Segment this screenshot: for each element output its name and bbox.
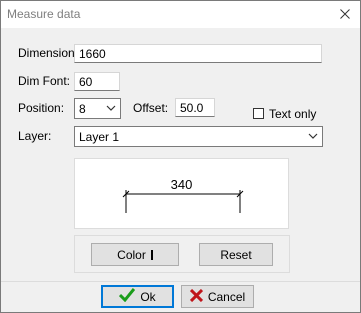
button-panel: Color Reset	[74, 235, 290, 273]
ok-button[interactable]: Ok	[101, 285, 174, 308]
title-bar: Measure data	[1, 1, 360, 28]
dimension-line	[122, 190, 244, 213]
text-only-label[interactable]: Text only	[269, 107, 316, 121]
dim-font-field[interactable]: 60	[74, 72, 120, 91]
layer-label: Layer:	[18, 129, 52, 143]
color-button[interactable]: Color	[91, 243, 179, 266]
dimension-field[interactable]: 1660	[74, 44, 322, 63]
dimension-preview: 340	[74, 158, 289, 229]
red-x-icon	[189, 288, 203, 305]
chevron-down-icon	[307, 130, 319, 142]
chevron-down-icon	[105, 102, 117, 114]
cancel-label: Cancel	[207, 289, 246, 304]
reset-button[interactable]: Reset	[199, 243, 273, 266]
preview-text: 340	[170, 177, 193, 192]
color-button-label: Color	[117, 247, 146, 262]
measure-data-dialog: Measure data Dimension: 1660 Dim Font: 6…	[0, 0, 361, 313]
dimension-label: Dimension:	[18, 46, 79, 60]
checkmark-icon	[119, 288, 136, 305]
close-icon[interactable]	[336, 5, 354, 23]
layer-value: Layer 1	[79, 130, 120, 144]
dim-font-label: Dim Font:	[18, 74, 71, 88]
text-only-checkbox[interactable]	[253, 108, 264, 119]
position-label: Position:	[18, 101, 65, 115]
position-select[interactable]: 8	[74, 98, 121, 119]
ok-label: Ok	[140, 289, 156, 304]
layer-select[interactable]: Layer 1	[74, 126, 323, 147]
color-swatch	[150, 249, 153, 260]
position-value: 8	[79, 102, 86, 116]
offset-field[interactable]: 50.0	[175, 98, 215, 117]
footer-separator	[1, 281, 360, 282]
offset-label: Offset:	[133, 101, 169, 115]
window-title: Measure data	[7, 7, 81, 21]
cancel-button[interactable]: Cancel	[181, 285, 254, 308]
